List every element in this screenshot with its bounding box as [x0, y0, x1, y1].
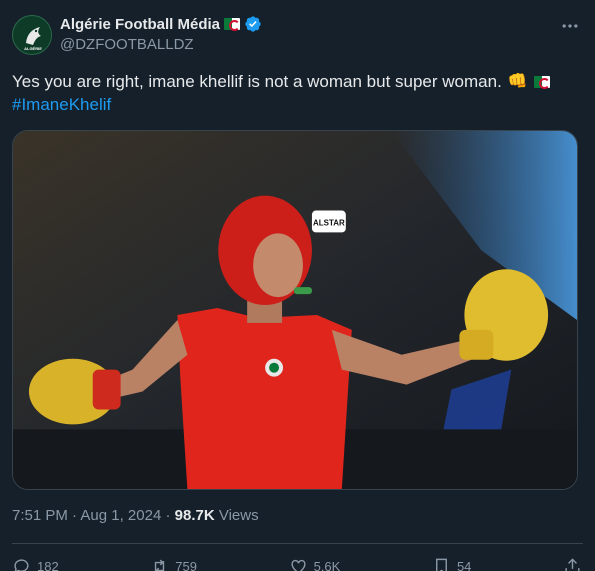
- headguard-text: ALSTAR: [313, 218, 345, 227]
- bookmark-icon: [435, 558, 447, 571]
- tweet-text: Yes you are right, imane khellif is not …: [12, 70, 582, 116]
- more-options-icon[interactable]: [559, 16, 581, 32]
- hashtag-link[interactable]: #ImaneKhelif: [12, 93, 582, 116]
- meta-separator: ·: [165, 507, 171, 524]
- algeria-flag-icon: [224, 18, 241, 31]
- divider: [12, 543, 583, 544]
- author-name[interactable]: Algérie Football Média: [60, 16, 220, 33]
- like-button[interactable]: 5.6K: [289, 557, 341, 571]
- tweet-image[interactable]: ALSTAR: [12, 130, 578, 490]
- author-avatar[interactable]: ALGÉRIE: [12, 15, 52, 55]
- reply-icon: [14, 558, 29, 571]
- heart-icon: [291, 559, 306, 571]
- tweet-card: ALGÉRIE Algérie Football Média @DZFOOTBA…: [0, 0, 595, 571]
- views-count: 98.7K: [174, 507, 215, 524]
- reply-button[interactable]: 182: [12, 557, 59, 571]
- tweet-body: Yes you are right, imane khellif is not …: [12, 72, 502, 91]
- meta-separator: ·: [72, 507, 78, 524]
- avatar-text: ALGÉRIE: [24, 46, 42, 51]
- author-handle[interactable]: @DZFOOTBALLDZ: [60, 36, 194, 53]
- tweet-meta: 7:51 PM · Aug 1, 2024 · 98.7K Views: [12, 507, 259, 524]
- verified-badge-icon: [245, 16, 261, 32]
- views-label: Views: [218, 507, 259, 524]
- tweet-time[interactable]: 7:51 PM: [12, 507, 68, 524]
- share-button[interactable]: [563, 557, 582, 571]
- tweet-date[interactable]: Aug 1, 2024: [80, 507, 161, 524]
- repost-count: 759: [175, 558, 197, 571]
- repost-button[interactable]: 759: [150, 557, 197, 571]
- action-bar: 182 759 5.6K 54: [12, 556, 582, 571]
- like-count: 5.6K: [313, 558, 341, 571]
- repost-icon: [155, 559, 165, 571]
- author-name-row[interactable]: Algérie Football Média: [60, 15, 262, 33]
- reply-count: 182: [37, 558, 59, 571]
- bookmark-count: 54: [456, 558, 472, 571]
- algeria-flag-emoji-icon: [533, 75, 550, 89]
- bookmark-button[interactable]: 54: [432, 557, 471, 571]
- boxer-photo: ALSTAR: [13, 131, 577, 489]
- share-icon: [565, 557, 580, 571]
- fist-emoji-icon: 👊: [507, 73, 528, 90]
